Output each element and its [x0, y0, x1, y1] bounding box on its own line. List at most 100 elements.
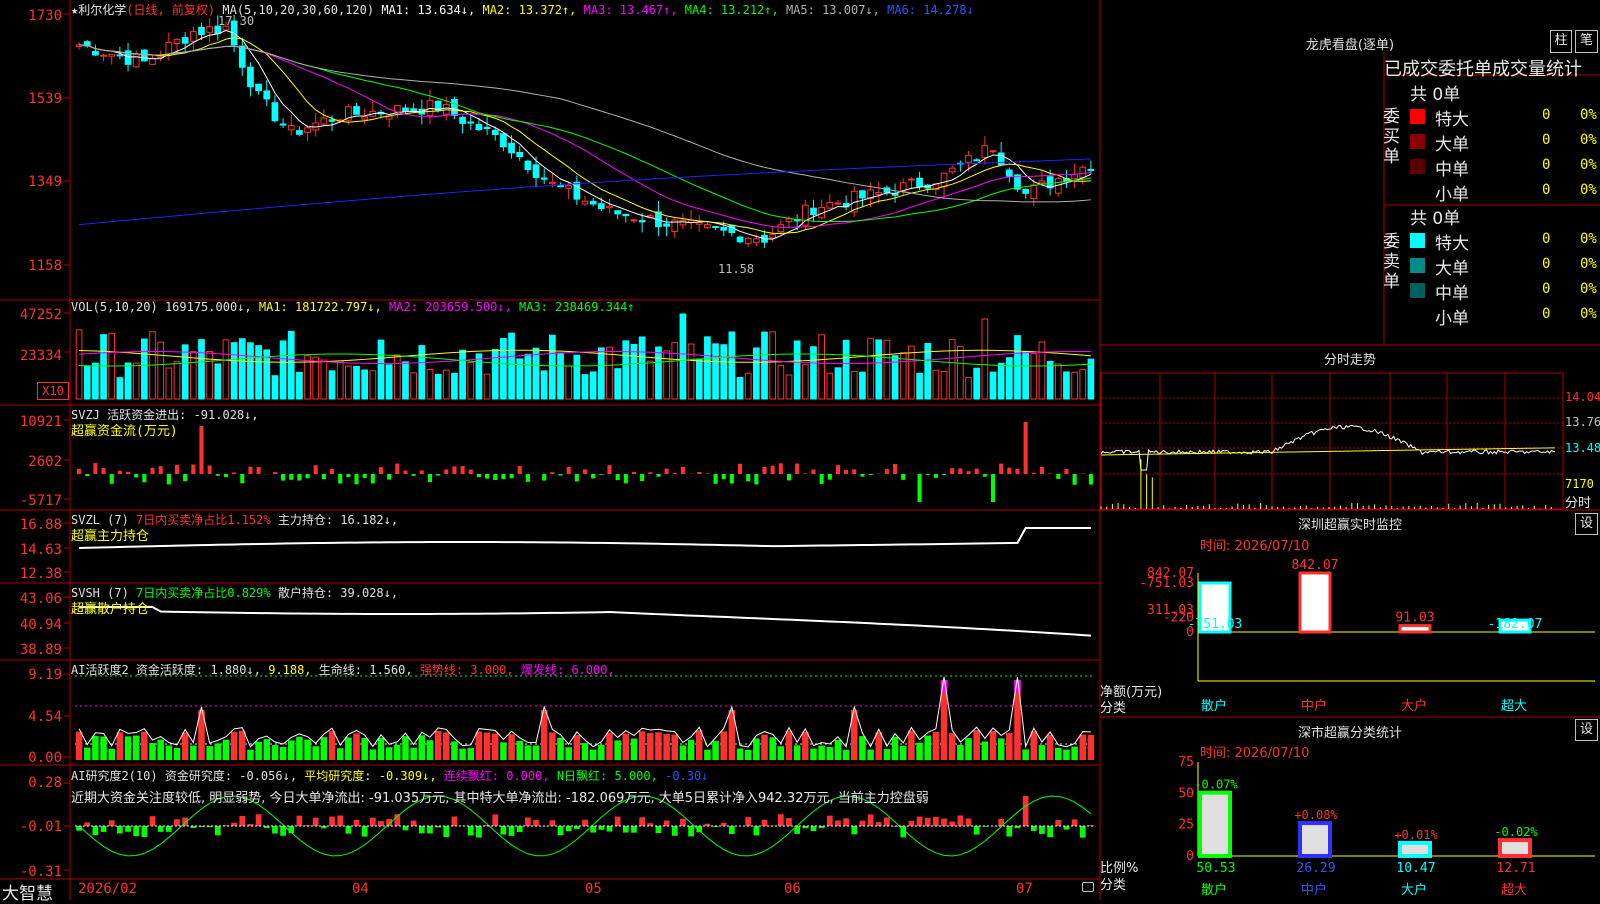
activity-bar — [312, 746, 319, 760]
fund-flow-bar — [1089, 474, 1093, 485]
candle-body — [721, 227, 727, 230]
monitor-settings-button[interactable]: 设 — [1575, 513, 1598, 535]
svsh-y-label: 43.06 — [2, 591, 62, 607]
research-bar — [745, 817, 751, 826]
activity-bar — [1088, 735, 1095, 760]
activity-bar — [802, 732, 809, 760]
candle-body — [835, 203, 841, 204]
research-bar — [664, 821, 670, 826]
fund-flow-bar — [942, 474, 946, 475]
activity-bar — [655, 732, 662, 760]
lhb-row: 中单00% — [1410, 155, 1600, 177]
candle-body — [256, 84, 262, 90]
lhb-row: 大单00% — [1410, 130, 1600, 152]
volume-bar — [1023, 352, 1029, 399]
volume-bar — [835, 368, 841, 399]
volume-bar — [623, 341, 629, 399]
activity-bar — [492, 734, 499, 760]
ai-research-header: AI研究度2(10) 资金研究度: -0.056↓, 平均研究度: -0.309… — [71, 767, 708, 784]
volume-bar — [248, 343, 254, 399]
candle-body — [827, 202, 833, 208]
order-percent: 0% — [1580, 157, 1597, 173]
period-label[interactable]: (日线, 前复权) — [126, 3, 215, 17]
candle-body — [574, 182, 580, 199]
fund-flow-bar — [575, 474, 579, 481]
research-bar — [835, 821, 841, 826]
fund-flow-bar — [306, 474, 310, 478]
activity-bar — [394, 745, 401, 760]
research-bar — [370, 818, 376, 826]
volume-bar — [272, 376, 278, 399]
research-bar — [598, 826, 604, 830]
volume-bar — [1015, 336, 1021, 399]
activity-bar — [419, 735, 426, 760]
ma6-value: MA6: 14.278↓ — [887, 3, 974, 17]
research-bar — [117, 826, 123, 833]
stock-name[interactable]: ★利尔化学 — [71, 3, 126, 17]
lock-icon[interactable] — [1082, 882, 1094, 892]
activity-bar — [598, 745, 605, 760]
x-axis-label: 2026/02 — [78, 881, 137, 897]
volume-bar — [949, 340, 955, 399]
classify-xlabel: 分类 — [1100, 874, 1126, 893]
classify-settings-button[interactable]: 设 — [1575, 719, 1598, 741]
volume-bar — [362, 370, 368, 399]
volume-bar — [468, 362, 474, 399]
candle-body — [1047, 177, 1053, 188]
activity-bar — [875, 732, 882, 760]
fund-flow-bar — [991, 474, 995, 502]
fund-flow-bar — [175, 465, 179, 474]
ai-life-line: 生命线: 1.560, — [319, 663, 413, 677]
activity-bar — [459, 749, 466, 760]
kline-chart[interactable] — [0, 0, 1100, 900]
fund-flow-bar — [354, 474, 358, 484]
lhb-row: 大单00% — [1410, 254, 1600, 276]
volume-bar — [1006, 358, 1012, 399]
svzj-y-label: 2602 — [2, 454, 62, 470]
fund-flow-bar — [77, 469, 81, 474]
research-bar — [452, 817, 458, 826]
activity-bar — [533, 745, 540, 760]
bar-mode-button[interactable]: 柱 — [1550, 30, 1572, 53]
volume-bar — [411, 373, 417, 399]
candle-body — [1080, 167, 1086, 177]
color-swatch — [1410, 283, 1425, 298]
color-swatch — [1410, 134, 1425, 149]
fund-flow-bar — [632, 472, 636, 474]
candle-body — [280, 124, 286, 125]
vol-value: 169175.000↓, — [165, 300, 252, 314]
research-bar — [256, 814, 262, 826]
ai-active-y-label: 9.19 — [2, 667, 62, 683]
candle-body — [974, 160, 980, 161]
fund-flow-bar — [844, 470, 848, 474]
candle-body — [411, 109, 417, 111]
fund-flow-bar — [167, 474, 171, 484]
vol-unit-badge[interactable]: X10 — [37, 382, 69, 400]
volume-bar — [745, 373, 751, 399]
candle-body — [362, 117, 368, 119]
research-bar — [329, 817, 335, 826]
volume-bar — [990, 372, 996, 399]
volume-bar — [239, 339, 245, 399]
ai-active-y-label: 0.00 — [2, 750, 62, 766]
tick-mode-button[interactable]: 笔 — [1575, 30, 1598, 53]
activity-bar — [174, 748, 181, 760]
svzl-subtitle: 超赢主力持仓 — [71, 525, 149, 544]
main-y-label: 1539 — [2, 91, 62, 107]
ai-research-y-label: -0.01 — [2, 819, 62, 835]
activity-bar — [345, 737, 352, 760]
research-bar — [762, 820, 768, 826]
svzl-hold: 主力持仓: 16.182↓, — [278, 513, 398, 527]
activity-bar — [84, 748, 91, 760]
volume-bar — [802, 365, 808, 399]
activity-bar — [321, 737, 328, 760]
research-bar — [656, 826, 662, 833]
volume-bar — [688, 344, 694, 399]
lhb-row: 中单00% — [1410, 279, 1600, 301]
activity-bar — [924, 736, 931, 760]
brand-logo[interactable]: 大智慧 — [2, 879, 53, 904]
volume-bar — [337, 361, 343, 399]
volume-bar — [215, 364, 221, 399]
candle-body — [713, 226, 719, 227]
research-bar — [1006, 826, 1012, 836]
